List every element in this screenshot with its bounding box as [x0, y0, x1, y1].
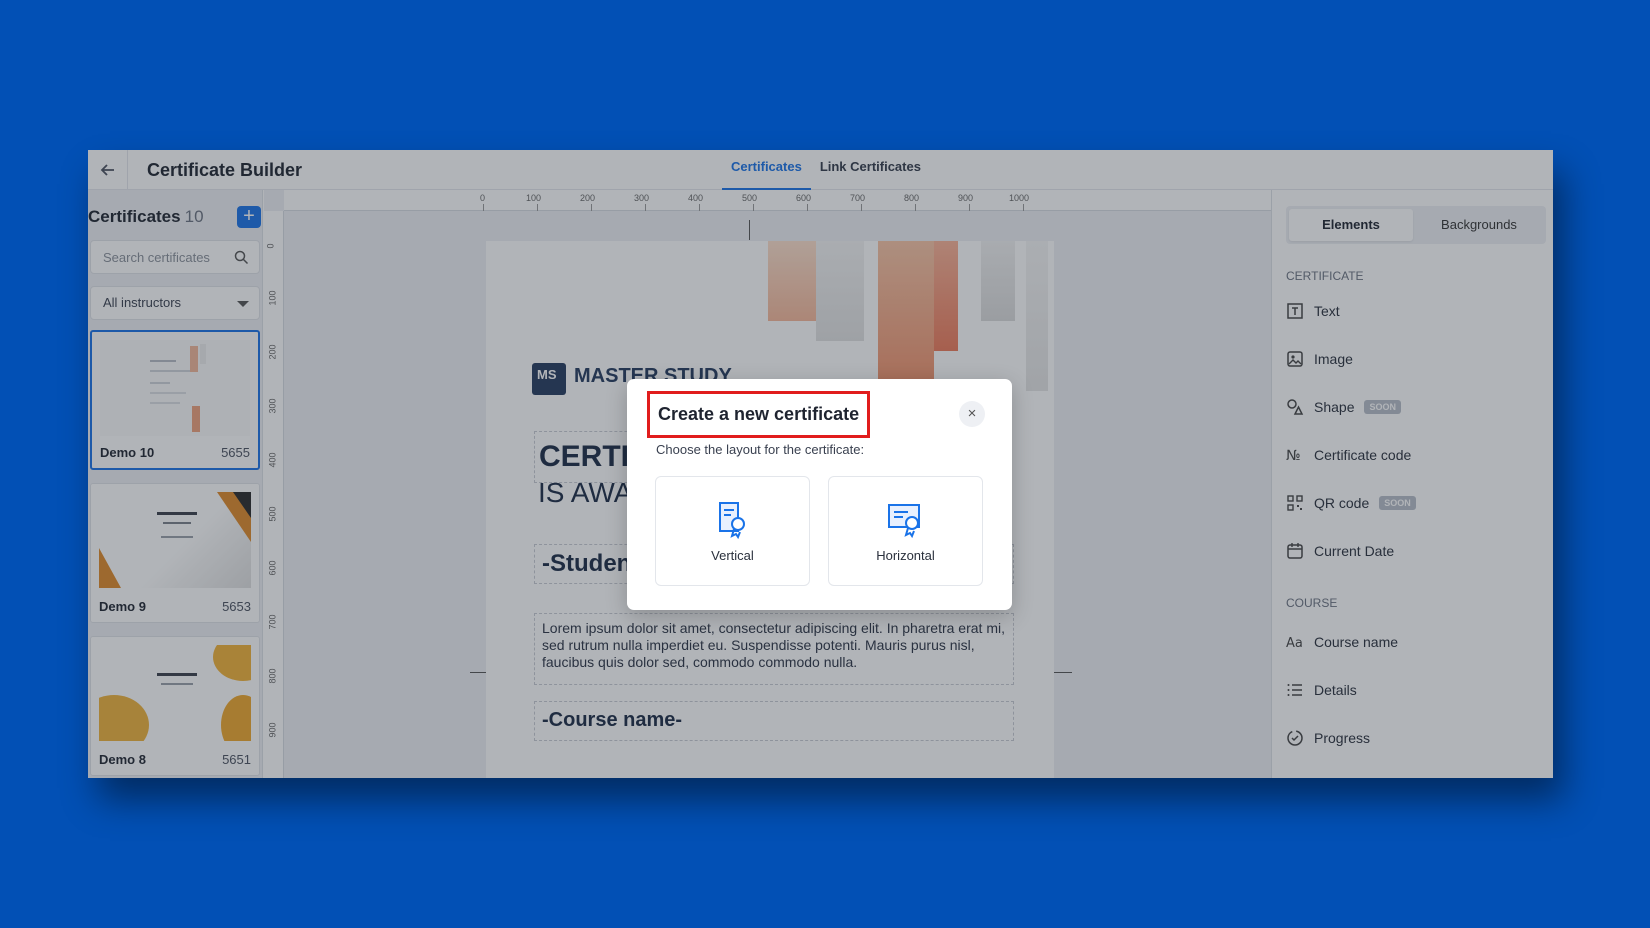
certificate-vertical-icon [719, 502, 745, 539]
dialog-title: Create a new certificate [647, 391, 871, 438]
create-certificate-dialog: Create a new certificate × Choose the la… [627, 379, 1012, 610]
dialog-subtitle: Choose the layout for the certificate: [656, 442, 865, 457]
app-window: Certificate Builder Certificates Link Ce… [88, 150, 1553, 778]
layout-option-label: Horizontal [876, 548, 935, 563]
close-button[interactable]: × [959, 401, 985, 427]
close-icon: × [967, 405, 977, 422]
layout-vertical-option[interactable]: Vertical [655, 476, 810, 586]
certificate-horizontal-icon [888, 504, 920, 539]
layout-horizontal-option[interactable]: Horizontal [828, 476, 983, 586]
layout-option-label: Vertical [711, 548, 754, 563]
